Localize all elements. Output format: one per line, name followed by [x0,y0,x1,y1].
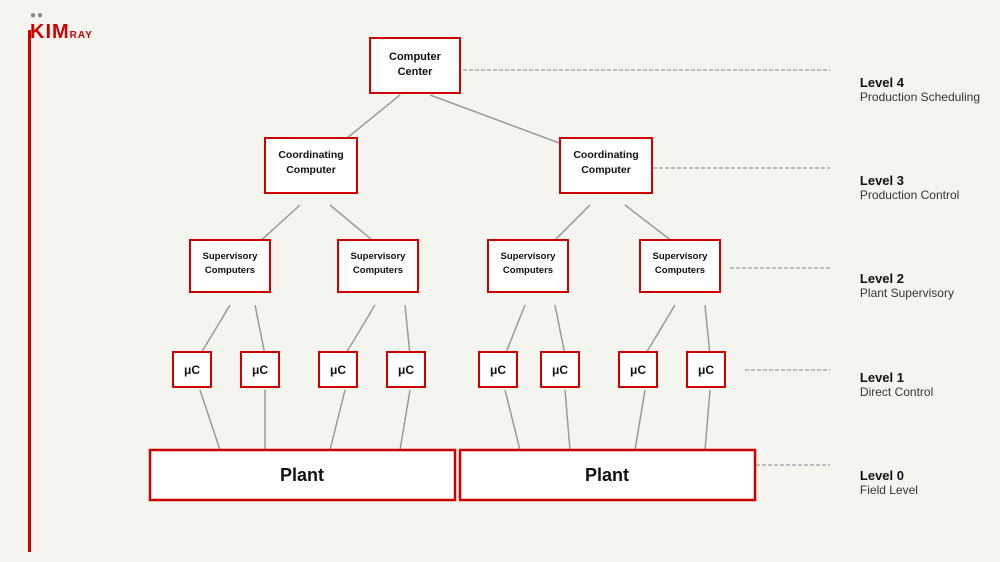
svg-text:μC: μC [330,363,346,377]
level3-label: Level 3 Production Control [860,173,980,202]
computer-center-label: Computer [389,51,442,63]
svg-text:Computers: Computers [353,265,403,276]
svg-text:Computer: Computer [581,164,631,176]
level2-label: Level 2 Plant Supervisory [860,271,980,300]
diagram-area: Computer Center Coordinating Computer Co… [0,0,1000,562]
svg-text:Supervisory: Supervisory [351,251,407,262]
level2-title: Level 2 [860,271,980,286]
svg-text:μC: μC [184,363,200,377]
level0-title: Level 0 [860,468,980,483]
svg-text:Plant: Plant [280,465,324,485]
svg-text:Computers: Computers [655,265,705,276]
level2-desc: Plant Supervisory [860,286,980,300]
level4-title: Level 4 [860,75,980,90]
svg-text:Coordinating: Coordinating [278,149,343,161]
svg-text:Computers: Computers [205,265,255,276]
level4-label: Level 4 Production Scheduling [860,75,980,104]
svg-text:Plant: Plant [585,465,629,485]
level1-title: Level 1 [860,370,980,385]
svg-text:Coordinating: Coordinating [573,149,638,161]
level0-desc: Field Level [860,483,980,497]
level0-label: Level 0 Field Level [860,468,980,497]
level1-desc: Direct Control [860,385,980,399]
svg-text:μC: μC [398,363,414,377]
level3-desc: Production Control [860,188,980,202]
svg-text:Supervisory: Supervisory [501,251,557,262]
level4-desc: Production Scheduling [860,90,980,104]
svg-text:Computer: Computer [286,164,336,176]
svg-text:Supervisory: Supervisory [203,251,259,262]
svg-text:Computers: Computers [503,265,553,276]
level3-title: Level 3 [860,173,980,188]
svg-text:μC: μC [698,363,714,377]
svg-text:μC: μC [552,363,568,377]
svg-text:Center: Center [398,66,434,78]
hierarchy-diagram: Computer Center Coordinating Computer Co… [0,0,1000,562]
level1-label: Level 1 Direct Control [860,370,980,399]
svg-text:Supervisory: Supervisory [653,251,709,262]
level-labels: Level 4 Production Scheduling Level 3 Pr… [860,0,980,562]
svg-text:μC: μC [490,363,506,377]
svg-text:μC: μC [630,363,646,377]
svg-text:μC: μC [252,363,268,377]
